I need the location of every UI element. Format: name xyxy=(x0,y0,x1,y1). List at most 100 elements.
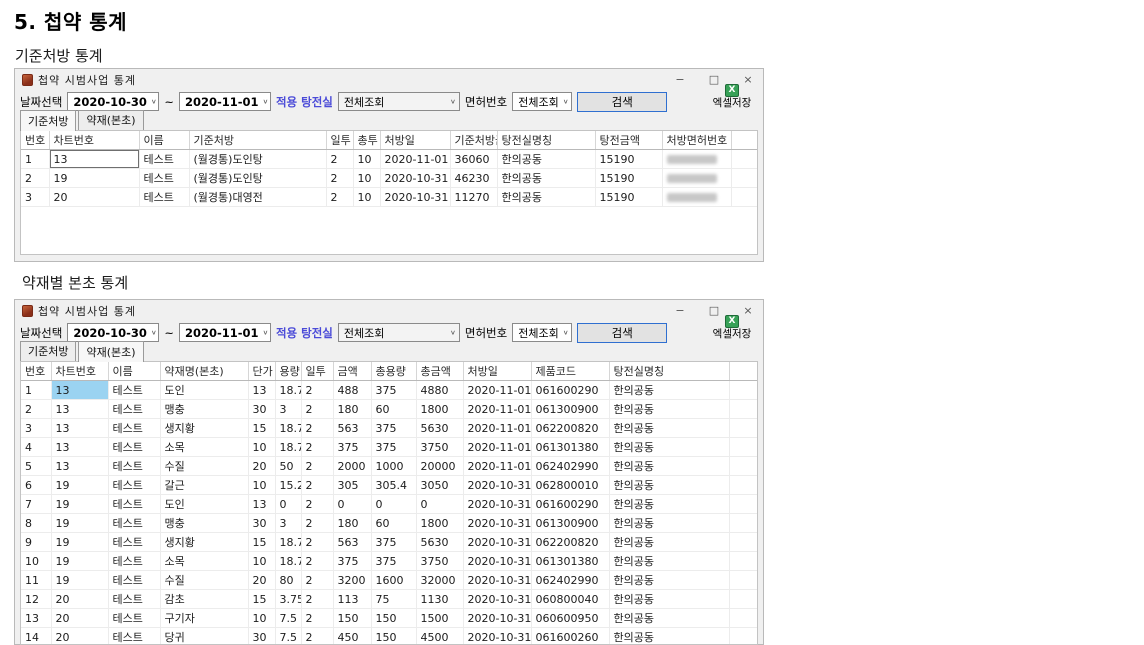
cell[interactable]: 2020-10-31 xyxy=(380,188,450,207)
cell[interactable]: 3050 xyxy=(416,476,463,495)
cell[interactable]: 테스트 xyxy=(108,495,160,514)
cell[interactable]: 한의공동 xyxy=(609,552,729,571)
cell[interactable]: 46230 xyxy=(450,169,497,188)
cell[interactable]: 2020-11-01 xyxy=(463,457,531,476)
cell[interactable]: 5630 xyxy=(416,533,463,552)
cell[interactable]: 2 xyxy=(301,381,333,400)
column-header[interactable]: 이름 xyxy=(139,131,189,150)
cell[interactable]: 4880 xyxy=(416,381,463,400)
cell[interactable]: 19 xyxy=(51,476,108,495)
cell[interactable]: 11 xyxy=(21,571,51,590)
cell[interactable]: 7.5 xyxy=(275,628,301,645)
cell[interactable]: 2020-11-01 xyxy=(463,419,531,438)
cell[interactable]: 13 xyxy=(49,150,139,169)
cell[interactable]: 2 xyxy=(301,457,333,476)
column-header[interactable]: 번호 xyxy=(21,362,51,381)
cell[interactable]: 한의공동 xyxy=(609,438,729,457)
cell[interactable] xyxy=(662,188,731,207)
cell[interactable]: 19 xyxy=(49,169,139,188)
cell[interactable]: 3 xyxy=(275,400,301,419)
cell[interactable]: 테스트 xyxy=(108,476,160,495)
column-header[interactable]: 일투 xyxy=(326,131,353,150)
tab-herb-material[interactable]: 약재(본초) xyxy=(78,341,143,362)
cell[interactable]: 테스트 xyxy=(108,609,160,628)
cell[interactable]: 8 xyxy=(21,514,51,533)
column-header[interactable]: 기준처방금 xyxy=(450,131,497,150)
cell[interactable]: 테스트 xyxy=(108,381,160,400)
search-button[interactable]: 검색 xyxy=(577,92,667,112)
cell[interactable]: 5 xyxy=(21,457,51,476)
cell[interactable]: 한의공동 xyxy=(497,188,595,207)
cell[interactable]: 수질 xyxy=(160,571,248,590)
cell[interactable]: 305.4 xyxy=(371,476,416,495)
license-combobox[interactable]: 전체조회 ∨ xyxy=(512,323,572,342)
column-header[interactable]: 총투 xyxy=(353,131,380,150)
cell[interactable]: 테스트 xyxy=(108,571,160,590)
cell[interactable]: 9 xyxy=(21,533,51,552)
cell[interactable]: 2 xyxy=(21,400,51,419)
cell[interactable]: 11270 xyxy=(450,188,497,207)
cell[interactable]: 2020-10-31 xyxy=(463,514,531,533)
cell[interactable]: 2020-11-01 xyxy=(463,381,531,400)
column-header[interactable]: 탕전금액 xyxy=(595,131,662,150)
cell[interactable]: 062402990 xyxy=(531,571,609,590)
cell[interactable]: 도인 xyxy=(160,381,248,400)
cell[interactable]: 1 xyxy=(21,150,49,169)
cell[interactable]: (월경통)대영전 xyxy=(189,188,326,207)
cell[interactable]: 30 xyxy=(248,514,275,533)
cell[interactable]: 구기자 xyxy=(160,609,248,628)
cell[interactable]: 20 xyxy=(51,628,108,645)
cell[interactable]: 3 xyxy=(21,188,49,207)
cell[interactable]: 375 xyxy=(371,438,416,457)
cell[interactable]: 19 xyxy=(51,533,108,552)
cell[interactable]: 생지황 xyxy=(160,419,248,438)
cell[interactable]: 15 xyxy=(248,419,275,438)
cell[interactable]: 2 xyxy=(301,628,333,645)
column-header[interactable]: 차트번호 xyxy=(51,362,108,381)
cell[interactable]: 488 xyxy=(333,381,371,400)
cell[interactable]: 062800010 xyxy=(531,476,609,495)
cell[interactable]: 18.7 xyxy=(275,419,301,438)
cell[interactable]: 테스트 xyxy=(108,552,160,571)
cell[interactable]: 테스트 xyxy=(108,400,160,419)
cell[interactable]: 20 xyxy=(49,188,139,207)
cell[interactable]: 30 xyxy=(248,628,275,645)
cell[interactable]: 2 xyxy=(301,533,333,552)
cell[interactable]: 12 xyxy=(21,590,51,609)
cell[interactable]: 20 xyxy=(51,590,108,609)
cell[interactable]: 0 xyxy=(333,495,371,514)
cell[interactable]: 10 xyxy=(353,188,380,207)
cell[interactable]: 4 xyxy=(21,438,51,457)
column-header[interactable]: 약재명(본초) xyxy=(160,362,248,381)
cell[interactable]: 2020-11-01 xyxy=(380,150,450,169)
cell[interactable]: 1 xyxy=(21,381,51,400)
cell[interactable]: 375 xyxy=(333,552,371,571)
cell[interactable]: 062200820 xyxy=(531,533,609,552)
cell[interactable]: 062200820 xyxy=(531,419,609,438)
date-to-combobox[interactable]: 2020-11-01 ∨ xyxy=(179,323,271,342)
cell[interactable]: 3 xyxy=(21,419,51,438)
column-header[interactable]: 단가 xyxy=(248,362,275,381)
license-combobox[interactable]: 전체조회 ∨ xyxy=(512,92,572,111)
date-to-combobox[interactable]: 2020-11-01 ∨ xyxy=(179,92,271,111)
cell[interactable]: 13 xyxy=(248,495,275,514)
cell[interactable]: 30 xyxy=(248,400,275,419)
cell[interactable]: 테스트 xyxy=(139,169,189,188)
cell[interactable]: 1800 xyxy=(416,514,463,533)
excel-save-button[interactable]: X 엑셀저장 xyxy=(707,84,757,110)
column-header[interactable]: 탕전실명칭 xyxy=(609,362,729,381)
cell[interactable]: 060800040 xyxy=(531,590,609,609)
cell[interactable]: 13 xyxy=(51,400,108,419)
cell[interactable]: 13 xyxy=(248,381,275,400)
tab-standard-prescription[interactable]: 기준처방 xyxy=(20,110,76,131)
cell[interactable]: 3750 xyxy=(416,438,463,457)
cell[interactable]: 50 xyxy=(275,457,301,476)
cell[interactable]: 0 xyxy=(275,495,301,514)
cell[interactable]: 한의공동 xyxy=(609,514,729,533)
column-header[interactable]: 일투 xyxy=(301,362,333,381)
cell[interactable]: 2020-10-31 xyxy=(463,609,531,628)
cell[interactable]: 305 xyxy=(333,476,371,495)
cell[interactable]: 한의공동 xyxy=(609,571,729,590)
cell[interactable]: 80 xyxy=(275,571,301,590)
cell[interactable]: 450 xyxy=(333,628,371,645)
